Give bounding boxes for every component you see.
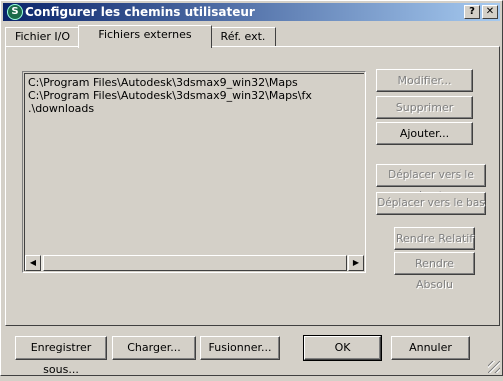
ok-button[interactable]: OK: [303, 335, 382, 361]
close-button[interactable]: ✕: [482, 5, 498, 19]
scrollbar-thumb[interactable]: [43, 255, 347, 271]
window-title: Configurer les chemins utilisateur: [25, 5, 255, 19]
resize-grip-icon[interactable]: [488, 361, 500, 373]
list-item[interactable]: .\downloads: [28, 102, 94, 115]
move-up-button[interactable]: Déplacer vers le haut: [376, 164, 486, 202]
scroll-left-icon[interactable]: ◀: [25, 255, 41, 271]
tab-panel: C:\Program Files\Autodesk\3dsmax9_win32\…: [5, 46, 500, 326]
dialog-window: S Configurer les chemins utilisateur ? ✕…: [0, 0, 503, 376]
title-bar[interactable]: S Configurer les chemins utilisateur ? ✕: [3, 3, 500, 21]
paths-listbox[interactable]: C:\Program Files\Autodesk\3dsmax9_win32\…: [22, 71, 366, 273]
tab-ref-ext[interactable]: Réf. ext.: [210, 27, 276, 47]
add-button[interactable]: Ajouter...: [376, 122, 473, 145]
make-absolute-button[interactable]: Rendre Absolu: [394, 252, 475, 291]
help-button[interactable]: ?: [464, 5, 480, 19]
horizontal-scrollbar[interactable]: ◀ ▶: [25, 255, 364, 271]
scroll-right-icon[interactable]: ▶: [348, 255, 364, 271]
listbox-inner: C:\Program Files\Autodesk\3dsmax9_win32\…: [24, 73, 364, 271]
load-button[interactable]: Charger...: [112, 336, 196, 360]
list-item[interactable]: C:\Program Files\Autodesk\3dsmax9_win32\…: [28, 76, 298, 89]
tab-fichiers-externes[interactable]: Fichiers externes: [78, 25, 212, 48]
cancel-button[interactable]: Annuler: [391, 336, 470, 360]
save-as-button[interactable]: Enregistrer sous...: [15, 336, 107, 376]
delete-button[interactable]: Supprimer: [376, 96, 473, 119]
tab-fichier-io[interactable]: Fichier I/O: [5, 27, 80, 47]
modify-button[interactable]: Modifier...: [376, 69, 473, 92]
make-relative-button[interactable]: Rendre Relatif: [394, 227, 475, 250]
move-down-button[interactable]: Déplacer vers le bas: [376, 192, 486, 215]
app-icon: S: [7, 4, 23, 20]
merge-button[interactable]: Fusionner...: [200, 336, 280, 360]
list-item[interactable]: C:\Program Files\Autodesk\3dsmax9_win32\…: [28, 89, 312, 102]
